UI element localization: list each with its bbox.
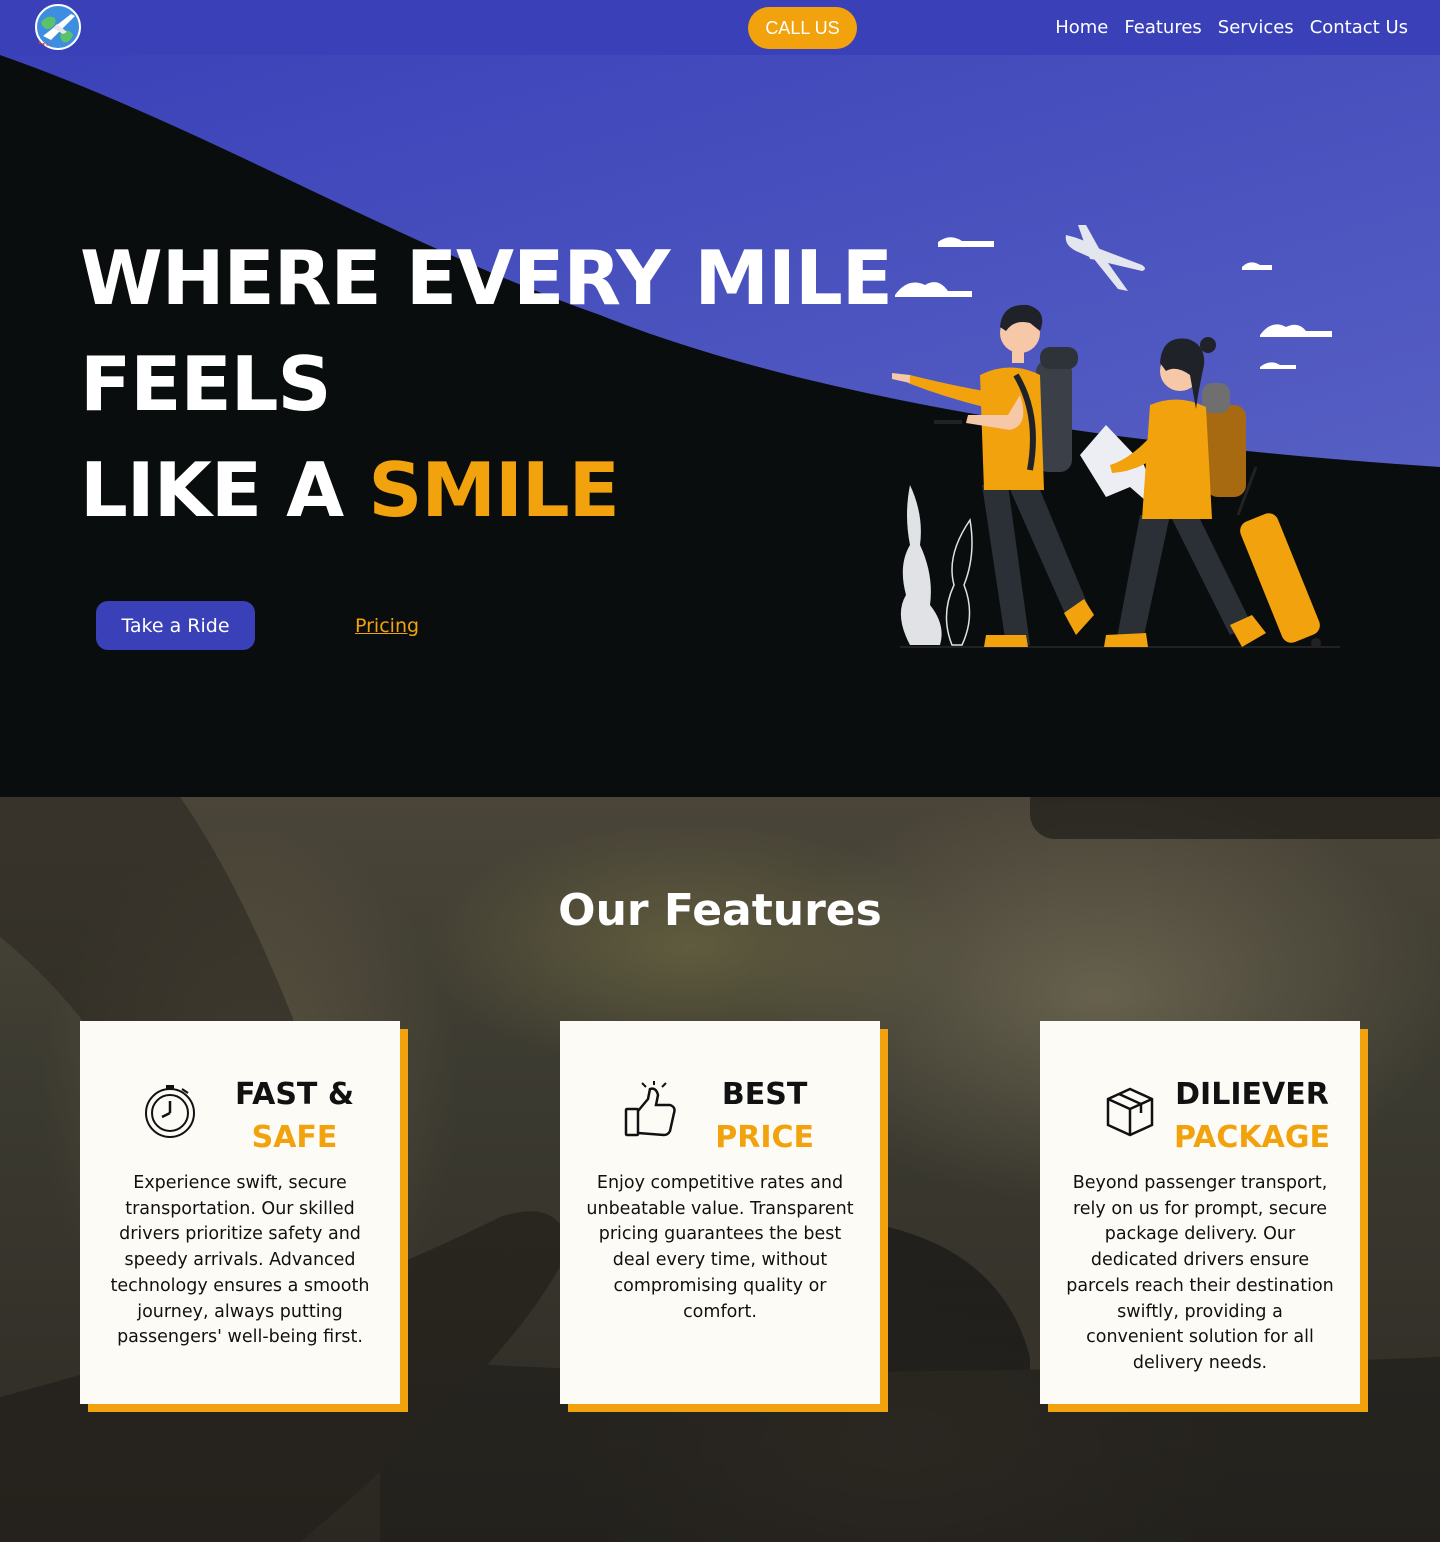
hero-headline-line3: LIKE A — [80, 446, 369, 534]
feature-card-title-bottom: SAFE — [251, 1120, 338, 1155]
hero-headline-accent: SMILE — [368, 446, 620, 534]
feature-card-best-price: BEST PRICE Enjoy competitive rates and u… — [560, 1021, 888, 1413]
feature-card-title-top: BEST — [721, 1077, 808, 1112]
feature-card-title-bottom: PRICE — [715, 1120, 814, 1155]
hero-headline: WHERE EVERY MILE FEELS LIKE A SMILE — [80, 225, 893, 543]
nav-link-services[interactable]: Services — [1218, 17, 1294, 38]
feature-card-description: Experience swift, secure transportation.… — [110, 1173, 370, 1348]
package-box-icon — [1100, 1081, 1160, 1141]
feature-card-title-top: FAST & — [235, 1077, 354, 1112]
features-section: Our Features FAST & SAFE Experience swif… — [0, 797, 1440, 1542]
travelers-illustration — [892, 225, 1340, 648]
thumbs-up-icon — [620, 1081, 680, 1141]
features-heading: Our Features — [558, 885, 882, 936]
feature-card-title-bottom: PACKAGE — [1173, 1120, 1330, 1155]
feature-card-fast-safe: FAST & SAFE Experience swift, secure tra… — [80, 1021, 408, 1413]
stopwatch-icon — [140, 1081, 200, 1141]
hero-headline-line2: FEELS — [80, 340, 332, 428]
travel-globe-logo-icon[interactable] — [33, 2, 83, 52]
pricing-link[interactable]: Pricing — [355, 615, 419, 637]
feature-card-description: Enjoy competitive rates and unbeatable v… — [586, 1173, 854, 1322]
feature-card-body: BEST PRICE Enjoy competitive rates and u… — [560, 1021, 880, 1404]
nav-link-home[interactable]: Home — [1055, 17, 1108, 38]
feature-card-title: BEST PRICE — [715, 1073, 814, 1159]
feature-card-title: FAST & SAFE — [235, 1073, 354, 1159]
nav-link-contact-us[interactable]: Contact Us — [1310, 17, 1408, 38]
take-a-ride-button[interactable]: Take a Ride — [96, 601, 255, 650]
top-navbar: CALL US Home Features Services Contact U… — [0, 0, 1440, 55]
feature-card-body: FAST & SAFE Experience swift, secure tra… — [80, 1021, 400, 1404]
nav-links: Home Features Services Contact Us — [1055, 17, 1408, 38]
hero-headline-line1: WHERE EVERY MILE — [80, 234, 893, 322]
hero-section: WHERE EVERY MILE FEELS LIKE A SMILE Take… — [0, 55, 1440, 797]
call-us-button[interactable]: CALL US — [748, 7, 857, 49]
feature-card-body: DILIEVER PACKAGE Beyond passenger transp… — [1040, 1021, 1360, 1404]
feature-card-title: DILIEVER PACKAGE — [1174, 1073, 1330, 1159]
feature-card-title-top: DILIEVER — [1175, 1077, 1329, 1112]
feature-card-description: Beyond passenger transport, rely on us f… — [1066, 1173, 1334, 1373]
feature-card-deliver-package: DILIEVER PACKAGE Beyond passenger transp… — [1040, 1021, 1368, 1413]
nav-link-features[interactable]: Features — [1124, 17, 1201, 38]
